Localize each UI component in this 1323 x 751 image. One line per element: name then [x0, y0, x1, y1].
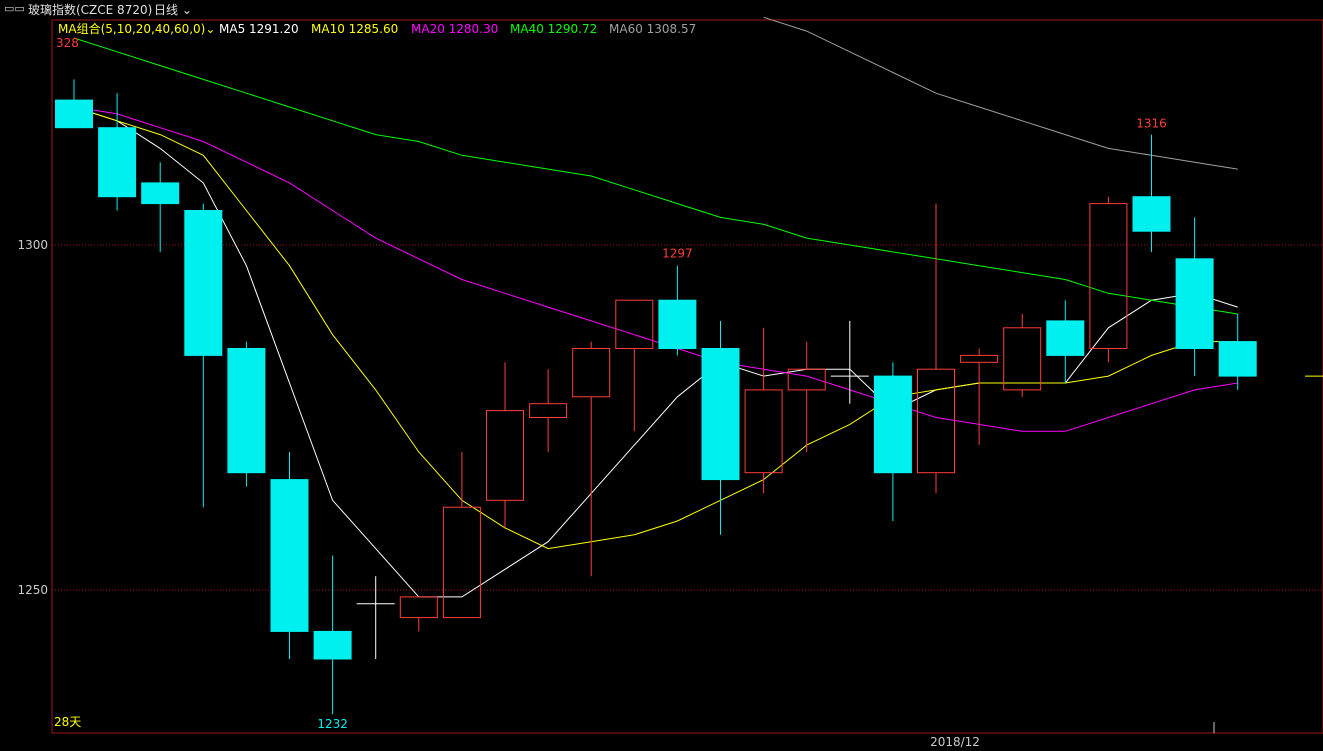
candle-body: [572, 348, 611, 398]
candle-1: [55, 79, 93, 129]
candle-body: [960, 354, 999, 363]
legend-ma60: MA60 1308.57: [609, 22, 696, 36]
y-tick-1300: 1300: [17, 238, 48, 252]
date-axis-label: 2018/12: [930, 735, 980, 749]
candle-6: [270, 452, 309, 659]
candle-24: [1046, 300, 1085, 383]
candle-8: [356, 576, 395, 659]
candle-7: [313, 555, 352, 715]
ma-group-label: MA组合(5,10,20,40,60,0): [58, 22, 206, 36]
legend-ma5: MA5 1291.20: [219, 22, 299, 36]
candle-11: [486, 362, 524, 528]
chevron-down-icon: ⌄: [205, 22, 216, 36]
peak-label-1316: 1316: [1136, 117, 1167, 131]
candle-body: [98, 127, 137, 198]
candle-body: [1089, 203, 1128, 349]
candle-20: [873, 362, 912, 521]
candle-23: [1003, 314, 1042, 397]
candle-13: [572, 341, 611, 577]
candle-25: [1089, 196, 1128, 363]
candle-body: [873, 375, 912, 474]
days-label: 28天: [54, 715, 81, 729]
candle-body: [141, 182, 180, 205]
candle-9: [399, 596, 438, 632]
max-price-label: 328: [56, 36, 79, 50]
low-label-1232: 1232: [317, 717, 348, 731]
candle-12: [529, 369, 568, 452]
candle-18: [787, 341, 826, 452]
candle-27: [1175, 217, 1214, 377]
candle-body: [615, 299, 654, 350]
candle-body: [55, 99, 93, 129]
candle-10: [442, 452, 481, 619]
candle-15: [658, 265, 697, 356]
candle-body: [313, 630, 352, 660]
candle-body: [1132, 196, 1171, 232]
candle-14: [615, 299, 654, 432]
candle-19: [830, 320, 869, 404]
candlestick-chart[interactable]: 1250 1300 328 1297 1316 1232 28天 2018/12 MA5 1…: [0, 0, 1323, 751]
candle-body: [1175, 258, 1214, 349]
candle-17: [744, 327, 783, 494]
candle-body: [917, 368, 955, 474]
candle-body: [486, 410, 524, 501]
candle-body: [787, 368, 826, 391]
peak-label-1297: 1297: [662, 247, 693, 261]
candle-body: [658, 299, 697, 350]
candle-26: [1132, 134, 1171, 252]
candle-4: [184, 203, 223, 508]
candle-2: [98, 93, 137, 211]
candle-3: [141, 162, 180, 252]
ma-group-selector[interactable]: MA组合(5,10,20,40,60,0)⌄: [58, 22, 215, 36]
legend-ma10: MA10 1285.60: [311, 22, 398, 36]
y-tick-1250: 1250: [17, 583, 48, 597]
legend-ma40: MA40 1290.72: [510, 22, 597, 36]
candle-body: [1218, 341, 1257, 377]
candle-body: [1003, 327, 1042, 391]
candle-body: [529, 403, 568, 419]
candle-21: [917, 203, 955, 494]
candle-28: [1218, 314, 1257, 390]
candle-body: [744, 389, 783, 474]
candle-body: [1046, 320, 1085, 356]
candle-body: [399, 596, 438, 619]
candle-body: [227, 348, 266, 474]
candle-16: [701, 320, 740, 535]
ma60-line: [763, 16, 1238, 170]
candle-22: [960, 348, 999, 446]
legend-ma20: MA20 1280.30: [411, 22, 498, 36]
candle-body: [270, 479, 309, 632]
candle-body: [442, 506, 481, 619]
candle-body: [184, 210, 223, 356]
candle-body: [701, 348, 740, 481]
candle-5: [227, 341, 266, 487]
